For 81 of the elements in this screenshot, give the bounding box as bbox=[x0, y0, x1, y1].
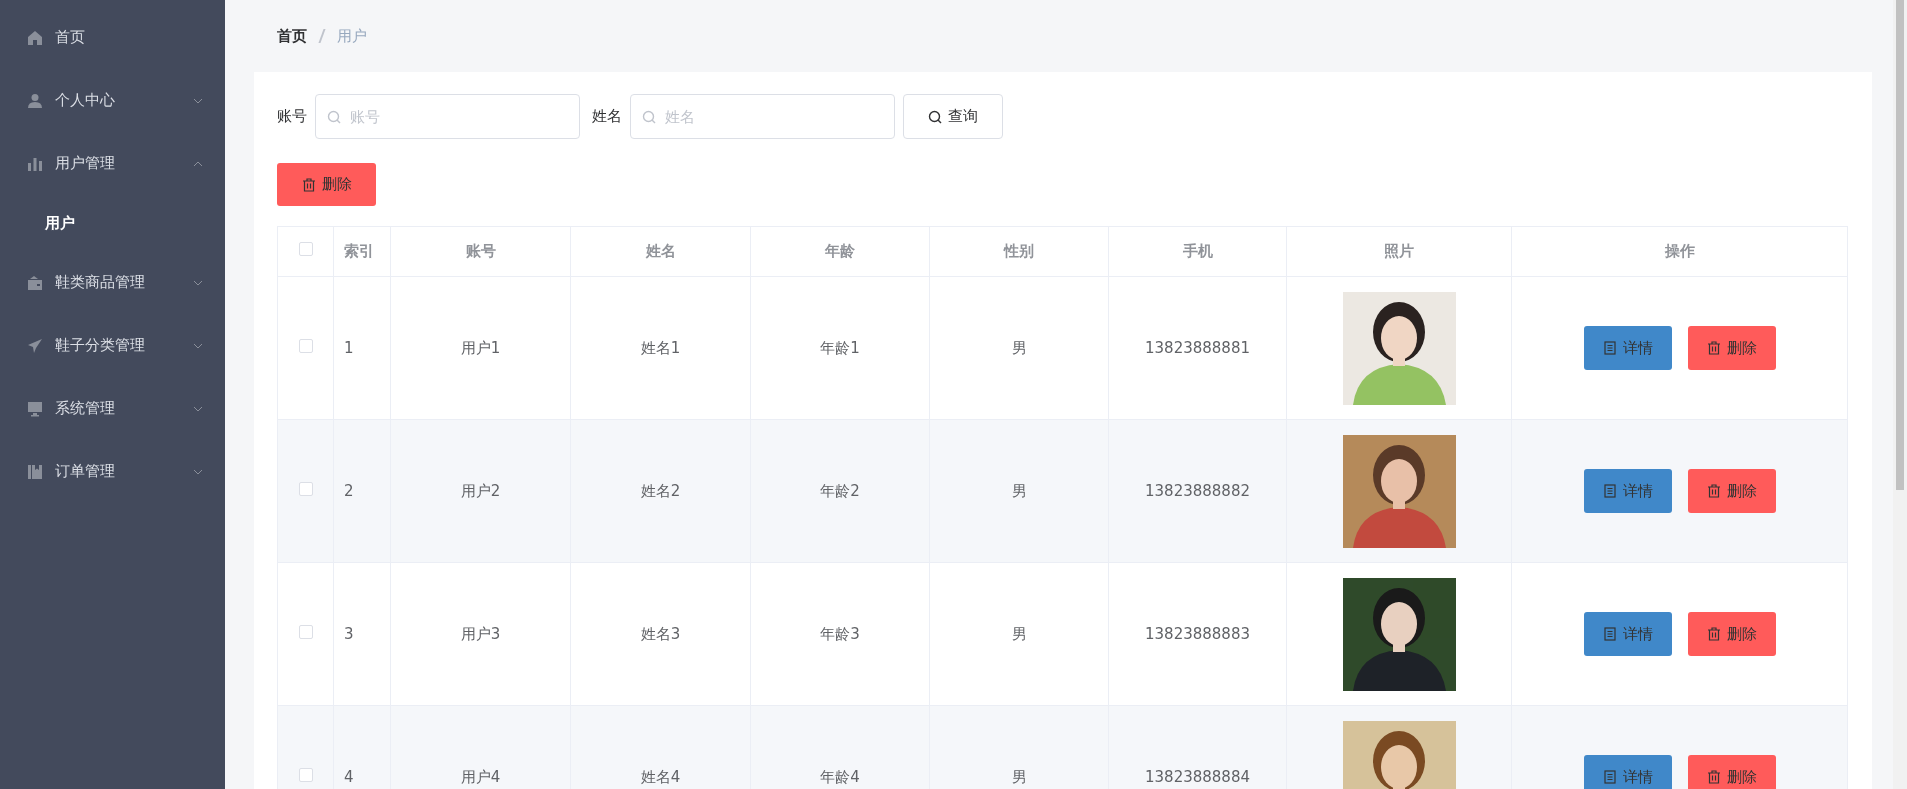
scrollbar[interactable] bbox=[1893, 0, 1907, 789]
column-header: 年龄 bbox=[750, 226, 930, 277]
document-icon bbox=[1602, 484, 1617, 498]
detail-button[interactable]: 详情 bbox=[1583, 326, 1672, 370]
table-cell: 2 bbox=[344, 481, 354, 500]
column-header: 操作 bbox=[1511, 226, 1848, 277]
trash-icon bbox=[301, 177, 316, 192]
search-field[interactable]: 账号 bbox=[315, 94, 580, 139]
detail-button[interactable]: 详情 bbox=[1583, 469, 1672, 513]
table-cell: 男 bbox=[1011, 624, 1027, 643]
search-icon bbox=[642, 110, 656, 124]
field-label: 账号 bbox=[277, 106, 307, 128]
delete-button[interactable]: 删除 bbox=[1687, 612, 1776, 656]
column-header: 账号 bbox=[390, 226, 571, 277]
breadcrumb-separator bbox=[318, 29, 326, 43]
table-cell: 男 bbox=[1011, 767, 1027, 786]
delete-button[interactable]: 删除 bbox=[1687, 469, 1776, 513]
breadcrumb-link[interactable]: 首页 bbox=[277, 24, 307, 48]
sidebar-item[interactable]: 订单管理 bbox=[0, 440, 225, 503]
column-header: 索引 bbox=[333, 226, 391, 277]
column-header: 照片 bbox=[1286, 226, 1512, 277]
table-cell: 年龄3 bbox=[820, 624, 860, 643]
table-cell: 年龄2 bbox=[820, 481, 860, 500]
trash-icon bbox=[1706, 770, 1721, 784]
table-cell: 1 bbox=[344, 338, 354, 357]
column-header: 性别 bbox=[929, 226, 1109, 277]
row-checkbox[interactable] bbox=[298, 481, 313, 496]
sidebar-item[interactable]: 用户管理 bbox=[0, 132, 225, 195]
detail-button[interactable]: 详情 bbox=[1583, 755, 1672, 789]
table-cell: 姓名3 bbox=[640, 624, 681, 643]
paper-plane-icon bbox=[27, 337, 43, 354]
document-icon bbox=[1602, 770, 1617, 784]
submenu-item[interactable]: 用户 bbox=[0, 195, 225, 251]
table-cell: 用户2 bbox=[460, 481, 501, 500]
detail-button[interactable]: 详情 bbox=[1583, 612, 1672, 656]
column-header: 手机 bbox=[1108, 226, 1287, 277]
sidebar-item[interactable]: 鞋子分类管理 bbox=[0, 314, 225, 377]
delete-button[interactable]: 删除 bbox=[277, 163, 376, 206]
bar-chart-icon bbox=[27, 155, 43, 172]
table-cell: 3 bbox=[344, 624, 354, 643]
sidebar-item[interactable]: 鞋类商品管理 bbox=[0, 251, 225, 314]
search-field[interactable]: 姓名 bbox=[630, 94, 895, 139]
delete-button[interactable]: 删除 bbox=[1687, 755, 1776, 789]
table-cell: 4 bbox=[344, 767, 354, 786]
table-cell: 13823888882 bbox=[1145, 481, 1250, 500]
table-cell: 年龄1 bbox=[820, 338, 860, 357]
query-button[interactable]: 查询 bbox=[903, 94, 1003, 139]
trash-icon bbox=[1706, 341, 1721, 355]
table-cell: 用户1 bbox=[460, 338, 501, 357]
sidebar-item[interactable]: 首页 bbox=[0, 6, 225, 69]
table-cell: 男 bbox=[1011, 338, 1027, 357]
table-cell: 13823888884 bbox=[1145, 767, 1250, 786]
delete-button[interactable]: 删除 bbox=[1687, 326, 1776, 370]
document-icon bbox=[1602, 341, 1617, 355]
table-cell: 年龄4 bbox=[820, 767, 860, 786]
table-cell: 13823888883 bbox=[1145, 624, 1250, 643]
column-header: 姓名 bbox=[570, 226, 751, 277]
row-checkbox[interactable] bbox=[298, 767, 313, 782]
monitor-icon bbox=[27, 400, 43, 417]
table-cell: 用户4 bbox=[460, 767, 501, 786]
table-cell: 用户3 bbox=[460, 624, 501, 643]
trash-icon bbox=[1706, 627, 1721, 641]
table-cell: 姓名2 bbox=[640, 481, 681, 500]
row-checkbox[interactable] bbox=[298, 624, 313, 639]
sidebar-item[interactable]: 个人中心 bbox=[0, 69, 225, 132]
table-cell: 姓名1 bbox=[640, 338, 681, 357]
home-icon bbox=[27, 29, 43, 46]
document-icon bbox=[1602, 627, 1617, 641]
row-checkbox[interactable] bbox=[298, 338, 313, 353]
trash-icon bbox=[1706, 484, 1721, 498]
person-icon bbox=[27, 92, 43, 109]
sidebar-item[interactable]: 系统管理 bbox=[0, 377, 225, 440]
field-label: 姓名 bbox=[592, 106, 622, 128]
table-cell: 男 bbox=[1011, 481, 1027, 500]
search-icon bbox=[928, 109, 942, 124]
table-cell: 姓名4 bbox=[640, 767, 681, 786]
wallet-icon bbox=[27, 274, 43, 291]
folder-icon bbox=[27, 463, 43, 480]
select-all-checkbox[interactable] bbox=[298, 242, 313, 257]
table-cell: 13823888881 bbox=[1145, 338, 1250, 357]
search-icon bbox=[327, 110, 341, 124]
